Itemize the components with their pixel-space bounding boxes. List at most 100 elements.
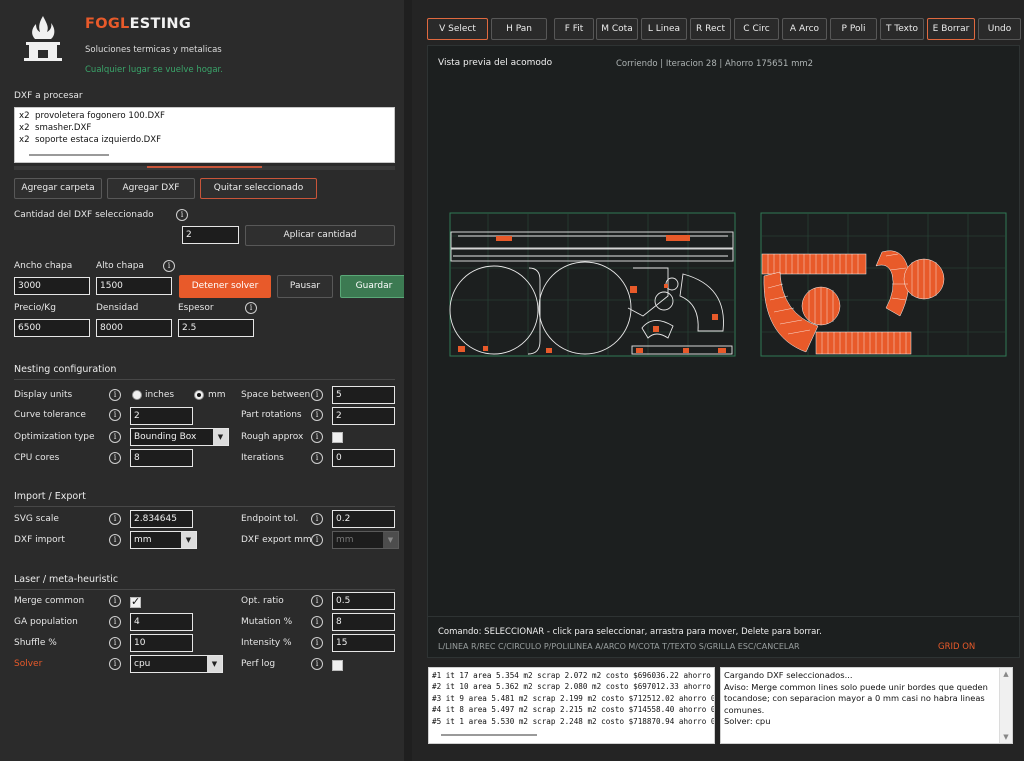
rough-approx-label: Rough approx <box>241 432 304 442</box>
chevron-down-icon[interactable]: ▼ <box>1000 731 1012 743</box>
part-rotations-input[interactable]: 2 <box>332 407 395 425</box>
info-icon[interactable]: i <box>109 534 121 546</box>
chevron-down-icon[interactable]: ▼ <box>181 532 196 548</box>
stop-solver-button[interactable]: Detener solver <box>179 275 271 298</box>
info-icon[interactable]: i <box>311 452 323 464</box>
sheet-height-input[interactable]: 1500 <box>96 277 172 295</box>
tool-pan-button[interactable]: H Pan <box>491 18 547 40</box>
cpu-cores-input[interactable]: 8 <box>130 449 193 467</box>
log-scrollbar[interactable]: ▲ ▼ <box>999 668 1012 743</box>
info-icon[interactable]: i <box>311 431 323 443</box>
solver-label: Solver <box>14 659 43 669</box>
info-icon[interactable]: i <box>109 389 121 401</box>
dxf-export-select[interactable]: mm ▼ <box>332 531 399 549</box>
endpoint-tol-input[interactable]: 0.2 <box>332 510 395 528</box>
add-dxf-button[interactable]: Agregar DXF <box>107 178 195 199</box>
price-input[interactable]: 6500 <box>14 319 90 337</box>
space-between-input[interactable]: 5 <box>332 386 395 404</box>
tool-cota-button[interactable]: M Cota <box>596 18 638 40</box>
tool-borrar-button[interactable]: E Borrar <box>927 18 975 40</box>
results-list[interactable]: #1 it 17 area 5.354 m2 scrap 2.072 m2 co… <box>428 667 715 744</box>
info-icon[interactable]: i <box>311 637 323 649</box>
merge-common-checkbox[interactable] <box>130 595 141 608</box>
grid-status[interactable]: GRID ON <box>938 642 975 652</box>
results-scrollbar[interactable] <box>441 734 537 736</box>
list-item[interactable]: x2 smasher.DXF <box>19 123 91 133</box>
info-icon[interactable]: i <box>245 302 257 314</box>
log-line: Aviso: Merge common lines solo puede uni… <box>724 681 988 715</box>
endpoint-tol-label: Endpoint tol. <box>241 514 299 524</box>
preview-title: Vista previa del acomodo <box>438 58 553 68</box>
chevron-down-icon[interactable]: ▼ <box>383 532 398 548</box>
intensity-input[interactable]: 15 <box>332 634 395 652</box>
rough-approx-checkbox[interactable] <box>332 432 343 443</box>
tool-rect-button[interactable]: R Rect <box>690 18 731 40</box>
info-icon[interactable]: i <box>311 409 323 421</box>
sheet-width-input[interactable]: 3000 <box>14 277 90 295</box>
info-icon[interactable]: i <box>311 513 323 525</box>
apply-qty-button[interactable]: Aplicar cantidad <box>245 225 395 246</box>
result-row[interactable]: #5 it 1 area 5.530 m2 scrap 2.248 m2 cos… <box>432 716 714 727</box>
shuffle-input[interactable]: 10 <box>130 634 193 652</box>
info-icon[interactable]: i <box>311 534 323 546</box>
optimization-type-select[interactable]: Bounding Box ▼ <box>130 428 229 446</box>
tool-fit-button[interactable]: F Fit <box>554 18 594 40</box>
list-splitter[interactable] <box>14 166 395 170</box>
tool-undo-button[interactable]: Undo <box>978 18 1021 40</box>
info-icon[interactable]: i <box>109 637 121 649</box>
info-icon[interactable]: i <box>109 616 121 628</box>
panel-splitter[interactable] <box>404 0 412 761</box>
mutation-label: Mutation % <box>241 617 293 627</box>
info-icon[interactable]: i <box>311 389 323 401</box>
info-icon[interactable]: i <box>163 260 175 272</box>
info-icon[interactable]: i <box>109 595 121 607</box>
result-row[interactable]: #2 it 10 area 5.362 m2 scrap 2.080 m2 co… <box>432 681 714 692</box>
tool-poli-button[interactable]: P Poli <box>830 18 877 40</box>
density-input[interactable]: 8000 <box>96 319 172 337</box>
opt-ratio-input[interactable]: 0.5 <box>332 592 395 610</box>
tool-select-button[interactable]: V Select <box>427 18 488 40</box>
add-folder-button[interactable]: Agregar carpeta <box>14 178 102 199</box>
info-icon[interactable]: i <box>311 595 323 607</box>
list-item[interactable]: x2 soporte estaca izquierdo.DXF <box>19 135 161 145</box>
info-icon[interactable]: i <box>109 409 121 421</box>
list-item[interactable]: x2 provoletera fogonero 100.DXF <box>19 111 165 121</box>
qty-input[interactable]: 2 <box>182 226 239 244</box>
unit-mm-radio[interactable] <box>194 390 204 400</box>
info-icon[interactable]: i <box>109 452 121 464</box>
result-row[interactable]: #1 it 17 area 5.354 m2 scrap 2.072 m2 co… <box>432 670 714 681</box>
log-output[interactable]: Cargando DXF seleccionados... Aviso: Merg… <box>720 667 1013 744</box>
dxf-import-select[interactable]: mm ▼ <box>130 531 197 549</box>
thickness-input[interactable]: 2.5 <box>178 319 254 337</box>
result-row[interactable]: #3 it 9 area 5.481 m2 scrap 2.199 m2 cos… <box>432 693 714 704</box>
tool-circ-button[interactable]: C Circ <box>734 18 779 40</box>
chevron-down-icon[interactable]: ▼ <box>213 429 228 445</box>
mutation-input[interactable]: 8 <box>332 613 395 631</box>
chevron-up-icon[interactable]: ▲ <box>1000 668 1012 680</box>
ga-population-input[interactable]: 4 <box>130 613 193 631</box>
remove-selected-button[interactable]: Quitar seleccionado <box>200 178 317 199</box>
save-button[interactable]: Guardar <box>340 275 408 298</box>
chevron-down-icon[interactable]: ▼ <box>207 656 222 672</box>
tool-arco-button[interactable]: A Arco <box>782 18 827 40</box>
pause-button[interactable]: Pausar <box>277 275 333 298</box>
unit-inches-radio[interactable] <box>132 390 142 400</box>
preview-canvas[interactable]: Vista previa del acomodo Corriendo | Ite… <box>427 45 1020 658</box>
tool-linea-button[interactable]: L Linea <box>641 18 687 40</box>
nesting-preview[interactable] <box>428 196 1021 366</box>
info-icon[interactable]: i <box>109 513 121 525</box>
iterations-input[interactable]: 0 <box>332 449 395 467</box>
list-scrollbar[interactable] <box>29 154 109 156</box>
info-icon[interactable]: i <box>176 209 188 221</box>
perf-log-checkbox[interactable] <box>332 660 343 671</box>
dxf-file-list[interactable]: x2 provoletera fogonero 100.DXF x2 smashe… <box>14 107 395 163</box>
tool-texto-button[interactable]: T Texto <box>880 18 924 40</box>
solver-select[interactable]: cpu ▼ <box>130 655 223 673</box>
info-icon[interactable]: i <box>109 431 121 443</box>
result-row[interactable]: #4 it 8 area 5.497 m2 scrap 2.215 m2 cos… <box>432 704 714 715</box>
info-icon[interactable]: i <box>109 658 121 670</box>
svg-scale-input[interactable]: 2.834645 <box>130 510 193 528</box>
info-icon[interactable]: i <box>311 658 323 670</box>
curve-tolerance-input[interactable]: 2 <box>130 407 193 425</box>
info-icon[interactable]: i <box>311 616 323 628</box>
